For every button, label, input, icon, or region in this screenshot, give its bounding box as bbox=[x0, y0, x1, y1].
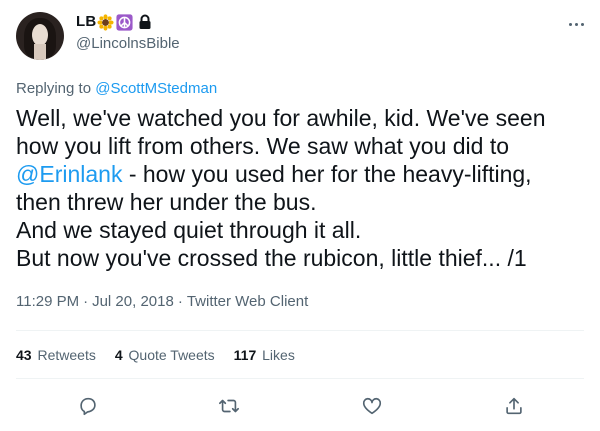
replying-to-prefix: Replying to bbox=[16, 80, 92, 97]
tweet-line: And we stayed quiet through it all. bbox=[16, 217, 362, 243]
like-button[interactable] bbox=[358, 392, 386, 420]
tweet-line: But now you've crossed the rubicon, litt… bbox=[16, 245, 527, 271]
reply-icon bbox=[80, 397, 96, 416]
retweet-button[interactable] bbox=[215, 392, 243, 420]
divider bbox=[16, 330, 584, 331]
more-icon[interactable] bbox=[566, 16, 586, 32]
name-badges bbox=[97, 12, 152, 32]
likes-label: Likes bbox=[262, 347, 295, 363]
likes-count: 117 bbox=[233, 347, 257, 363]
tweet-line: how you lift from others. We saw what yo… bbox=[16, 133, 510, 159]
tweet-line: then threw her under the bus. bbox=[16, 189, 317, 215]
reply-button[interactable] bbox=[74, 392, 102, 420]
tweet-date[interactable]: Jul 20, 2018 bbox=[92, 293, 174, 310]
tweet-time[interactable]: 11:29 PM bbox=[16, 293, 79, 310]
tweet-meta: 11:29 PM · Jul 20, 2018 · Twitter Web Cl… bbox=[16, 293, 308, 310]
tweet-line-rest: - how you used her for the heavy-lifting… bbox=[122, 161, 532, 187]
tweet-text: Well, we've watched you for awhile, kid.… bbox=[16, 104, 586, 272]
meta-separator: · bbox=[177, 293, 183, 310]
retweets-count: 43 bbox=[16, 347, 32, 363]
action-bar bbox=[0, 392, 600, 420]
tweet-line: @Erinlank - how you used her for the hea… bbox=[16, 160, 586, 188]
like-icon bbox=[362, 397, 382, 415]
avatar[interactable] bbox=[16, 12, 64, 60]
tweet-stats: 43 Retweets 4 Quote Tweets 117 Likes bbox=[16, 347, 295, 363]
handle[interactable]: @LincolnsBible bbox=[76, 35, 180, 52]
quotes-label: Quote Tweets bbox=[128, 347, 215, 363]
tweet-line: Well, we've watched you for awhile, kid.… bbox=[16, 105, 546, 131]
share-icon bbox=[506, 397, 522, 415]
likes-stat[interactable]: 117 Likes bbox=[234, 347, 295, 363]
quotes-count: 4 bbox=[114, 347, 123, 363]
divider bbox=[16, 378, 584, 379]
retweet-icon bbox=[219, 399, 239, 413]
share-button[interactable] bbox=[500, 392, 528, 420]
display-name[interactable]: LB bbox=[76, 13, 96, 30]
meta-separator: · bbox=[83, 293, 89, 310]
retweets-stat[interactable]: 43 Retweets bbox=[16, 347, 96, 363]
lock-icon bbox=[139, 14, 151, 29]
replying-to-link[interactable]: @ScottMStedman bbox=[95, 80, 217, 97]
tweet: LB @LincolnsBible Replying to @ScottMSte… bbox=[0, 0, 600, 431]
retweets-label: Retweets bbox=[37, 347, 96, 363]
tweet-client[interactable]: Twitter Web Client bbox=[187, 293, 308, 310]
peace-symbol-icon bbox=[116, 13, 133, 31]
mention-link[interactable]: @Erinlank bbox=[16, 161, 122, 187]
sunflower-icon bbox=[97, 13, 114, 31]
quote-tweets-stat[interactable]: 4 Quote Tweets bbox=[115, 347, 215, 363]
replying-to: Replying to @ScottMStedman bbox=[16, 80, 217, 97]
